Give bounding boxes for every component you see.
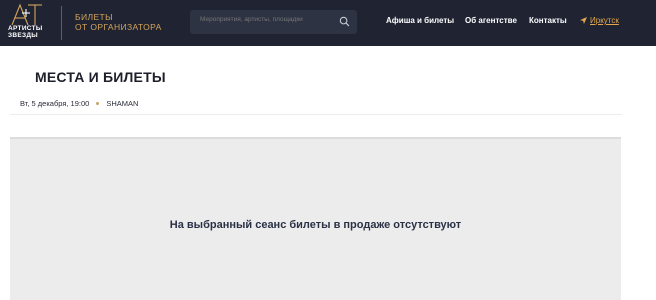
page-title: МЕСТА И БИЛЕТЫ: [35, 69, 166, 85]
logo-text-line-1: АРТИСТЫ: [8, 25, 43, 32]
no-tickets-message: На выбранный сеанс билеты в продаже отсу…: [169, 219, 462, 231]
city-label: Иркутск: [590, 16, 619, 25]
logo-text[interactable]: АРТИСТЫ ЗВЕЗДЫ: [8, 25, 48, 39]
event-info: Вт, 5 декабря, 19:00 SHAMAN: [20, 99, 138, 108]
tagline-line-2: ОТ ОРГАНИЗАТОРА: [75, 22, 162, 32]
separator-dot: [96, 101, 100, 105]
tagline-line-1: БИЛЕТЫ: [75, 12, 114, 22]
nav-afisha[interactable]: Афиша и билеты: [386, 16, 454, 25]
nav-contacts[interactable]: Контакты: [529, 16, 567, 25]
seating-panel: На выбранный сеанс билеты в продаже отсу…: [10, 137, 621, 300]
search-icon[interactable]: [339, 16, 350, 27]
search-input[interactable]: [200, 16, 330, 23]
location-arrow-icon: [580, 17, 587, 24]
header-tagline: БИЛЕТЫ ОТ ОРГАНИЗАТОРА: [75, 12, 162, 32]
event-date: Вт, 5 декабря, 19:00: [20, 99, 90, 108]
city-selector[interactable]: Иркутск: [580, 16, 619, 25]
divider: [10, 114, 622, 115]
site-header: АРТИСТЫ ЗВЕЗДЫ БИЛЕТЫ ОТ ОРГАНИЗАТОРА Аф…: [0, 0, 656, 46]
header-divider: [61, 6, 62, 40]
event-artist: SHAMAN: [106, 99, 139, 108]
nav-about[interactable]: Об агентстве: [465, 16, 517, 25]
logo-text-line-2: ЗВЕЗДЫ: [8, 32, 38, 39]
search-box[interactable]: [190, 10, 357, 34]
